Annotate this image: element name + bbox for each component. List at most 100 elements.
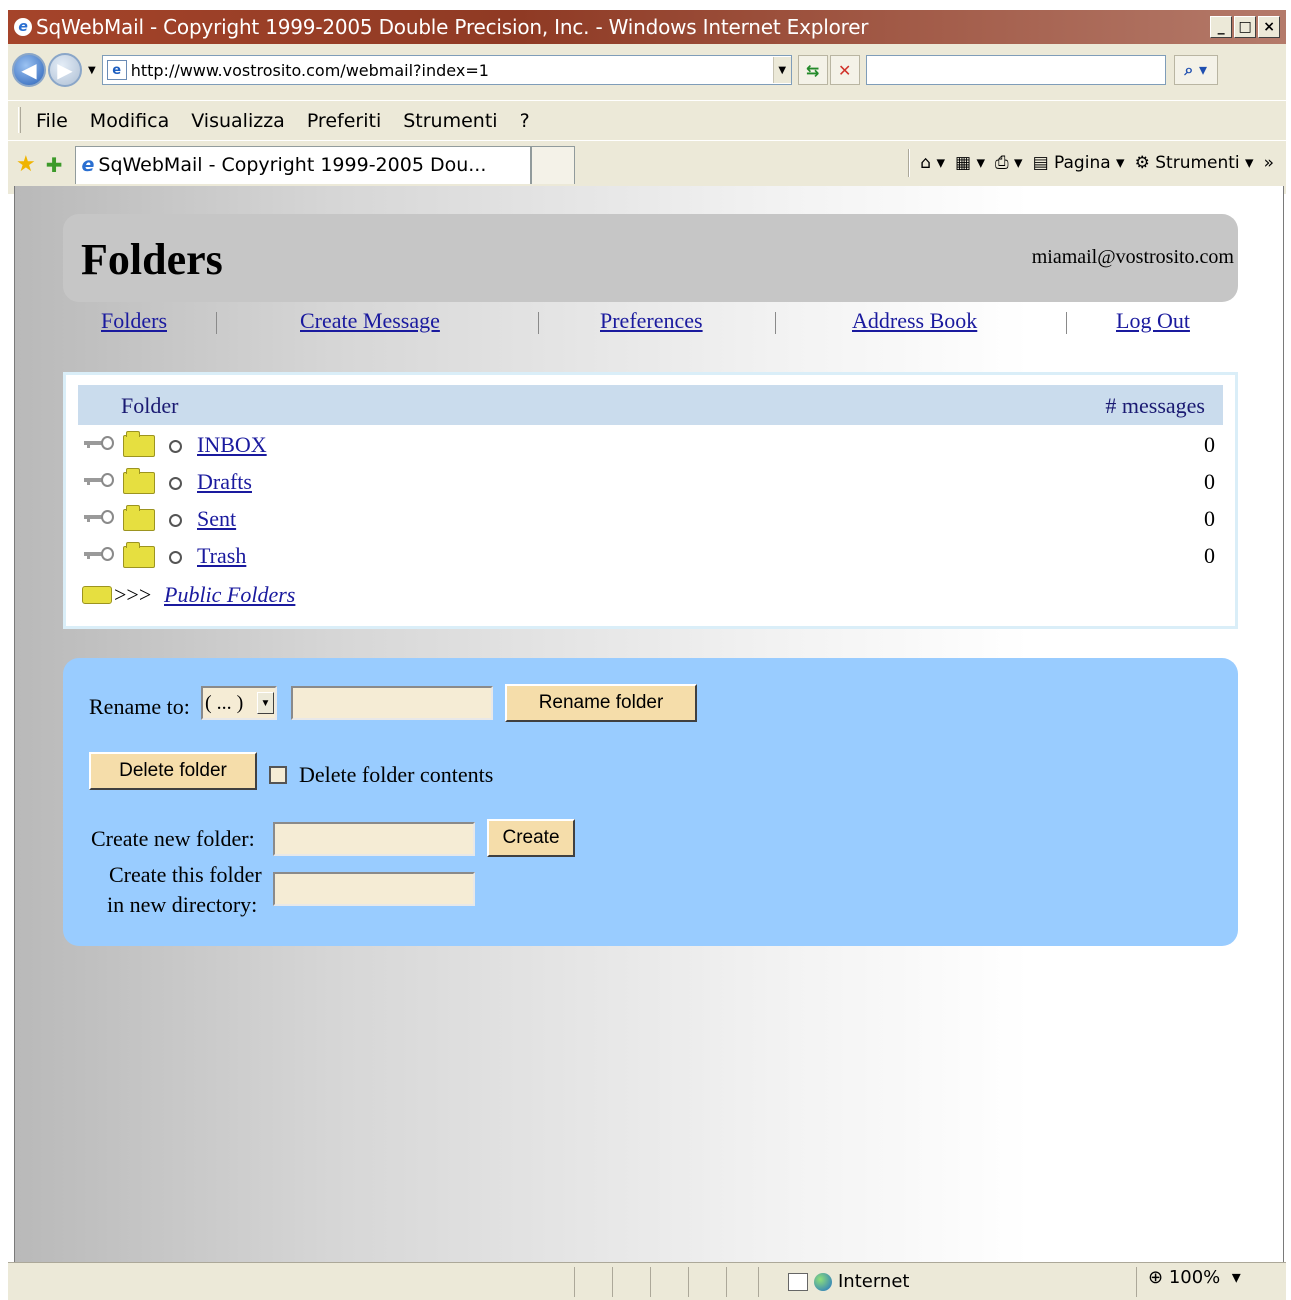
tools-menu-label: Strumenti — [1155, 153, 1240, 173]
tab-label: SqWebMail - Copyright 1999-2005 Dou... — [98, 154, 487, 176]
delete-folder-button[interactable]: Delete folder — [89, 752, 257, 790]
folder-icon — [123, 431, 155, 457]
page-menu[interactable]: ▤ Pagina ▾ — [1033, 153, 1125, 173]
nav-separator — [538, 312, 539, 334]
key-icon — [84, 547, 114, 561]
create-button[interactable]: Create — [487, 819, 575, 857]
status-bar: Internet ⊕ 100% ▾ — [8, 1262, 1286, 1300]
folder-radio[interactable] — [169, 514, 182, 527]
minimize-button[interactable]: _ — [1210, 16, 1232, 38]
window-titlebar: e SqWebMail - Copyright 1999-2005 Double… — [8, 10, 1286, 44]
zoom-control[interactable]: ⊕ 100% ▾ — [1148, 1267, 1241, 1288]
create-directory-input[interactable] — [273, 872, 475, 906]
globe-icon — [814, 1272, 832, 1291]
folder-icon — [123, 542, 155, 568]
menu-item-modifica[interactable]: Modifica — [90, 110, 169, 132]
rename-folder-button[interactable]: Rename folder — [505, 684, 697, 722]
zone-label: Internet — [838, 1271, 910, 1292]
menu-item-help[interactable]: ? — [520, 110, 530, 132]
folder-link-trash[interactable]: Trash — [197, 543, 246, 569]
security-zone[interactable]: Internet — [788, 1271, 909, 1292]
status-cell — [726, 1267, 727, 1297]
menu-item-file[interactable]: File — [36, 110, 68, 132]
page-menu-icon: ▤ — [1032, 153, 1049, 173]
rename-parent-select[interactable]: ( ... ) ▼ — [201, 686, 277, 720]
address-url[interactable]: http://www.vostrosito.com/webmail?index=… — [131, 61, 773, 80]
forward-button[interactable]: ▶ — [48, 53, 82, 87]
menu-item-preferiti[interactable]: Preferiti — [307, 110, 381, 132]
status-cell — [1136, 1267, 1137, 1297]
feeds-icon[interactable]: ▦ ▾ — [955, 153, 985, 173]
main-nav: Folders Create Message Preferences Addre… — [63, 304, 1238, 344]
folder-actions-panel: Rename to: ( ... ) ▼ Rename folder Delet… — [63, 658, 1238, 946]
nav-separator — [216, 312, 217, 334]
folder-message-count: 0 — [1204, 543, 1215, 568]
nav-link-log-out[interactable]: Log Out — [1116, 308, 1190, 334]
nav-link-folders[interactable]: Folders — [101, 308, 167, 334]
menu-item-visualizza[interactable]: Visualizza — [191, 110, 285, 132]
folder-radio[interactable] — [169, 477, 182, 490]
stop-icon[interactable]: ✕ — [829, 55, 860, 85]
create-dir-label-line1: Create this folder — [109, 862, 262, 887]
folder-table-header: Folder # messages — [78, 385, 1223, 425]
nav-link-create-message[interactable]: Create Message — [300, 308, 440, 334]
folder-icon — [123, 468, 155, 494]
nav-link-address-book[interactable]: Address Book — [852, 308, 977, 334]
user-email: miamail@vostrosito.com — [1031, 246, 1234, 268]
page-title: Folders — [81, 235, 223, 284]
folder-radio[interactable] — [169, 551, 182, 564]
add-favorite-icon[interactable]: ✚ — [46, 153, 63, 177]
favorites-star-icon[interactable]: ★ — [16, 152, 36, 177]
folder-icon — [123, 505, 155, 531]
folder-link-drafts[interactable]: Drafts — [197, 469, 252, 495]
column-header-folder: Folder — [121, 393, 179, 418]
tab-ie-icon: e — [81, 154, 95, 176]
new-tab-button[interactable] — [530, 145, 575, 184]
delete-contents-label: Delete folder contents — [299, 762, 494, 787]
page-viewport: Folders miamail@vostrosito.com Folders C… — [14, 186, 1284, 1262]
tab-active[interactable]: e SqWebMail - Copyright 1999-2005 Dou... — [74, 145, 531, 184]
public-folders-link[interactable]: Public Folders — [164, 582, 295, 608]
status-cell — [612, 1267, 613, 1297]
refresh-icon[interactable]: ⇆ — [797, 55, 828, 85]
search-input[interactable] — [865, 55, 1166, 85]
folder-radio[interactable] — [169, 440, 182, 453]
folder-row-trash: Trash 0 — [80, 541, 1223, 578]
folder-link-sent[interactable]: Sent — [197, 506, 236, 532]
delete-contents-checkbox[interactable] — [269, 766, 287, 784]
tools-menu[interactable]: ⚙ Strumenti ▾ — [1135, 153, 1254, 173]
chevron-more-icon[interactable]: » — [1264, 153, 1274, 173]
folder-message-count: 0 — [1204, 432, 1215, 457]
home-icon[interactable]: ⌂ ▾ — [920, 153, 945, 173]
window-controls: _ □ × — [1210, 16, 1280, 38]
zoom-level: 100% — [1168, 1267, 1221, 1288]
folder-message-count: 0 — [1204, 506, 1215, 531]
page-header: Folders miamail@vostrosito.com — [63, 214, 1238, 302]
menu-item-strumenti[interactable]: Strumenti — [403, 110, 497, 132]
history-dropdown-icon[interactable]: ▼ — [88, 65, 96, 76]
zoom-dropdown-icon: ▾ — [1226, 1267, 1241, 1288]
address-bar[interactable]: e http://www.vostrosito.com/webmail?inde… — [101, 55, 792, 85]
menu-bar: File Modifica Visualizza Preferiti Strum… — [8, 100, 1286, 140]
maximize-button[interactable]: □ — [1234, 16, 1256, 38]
zoom-icon: ⊕ — [1148, 1267, 1164, 1288]
folder-link-inbox[interactable]: INBOX — [197, 432, 267, 458]
create-folder-input[interactable] — [273, 822, 475, 856]
search-icon[interactable]: ⌕ ▾ — [1173, 55, 1218, 85]
back-button[interactable]: ◀ — [12, 53, 46, 87]
address-dropdown-icon[interactable]: ▼ — [772, 57, 791, 83]
window-title: SqWebMail - Copyright 1999-2005 Double P… — [36, 15, 869, 39]
open-folder-icon — [82, 586, 112, 604]
nav-link-preferences[interactable]: Preferences — [600, 308, 703, 334]
nav-separator — [1066, 312, 1067, 334]
rename-input[interactable] — [291, 686, 493, 720]
folder-row-drafts: Drafts 0 — [80, 467, 1223, 504]
address-toolbar: ◀ ▶ ▼ e http://www.vostrosito.com/webmai… — [8, 44, 1286, 96]
folder-row-sent: Sent 0 — [80, 504, 1223, 541]
close-button[interactable]: × — [1258, 16, 1280, 38]
page-icon: e — [106, 60, 127, 80]
print-icon[interactable]: ⎙ ▾ — [995, 153, 1023, 173]
rename-label: Rename to: — [89, 694, 190, 719]
status-cell — [688, 1267, 689, 1297]
public-folders-arrows: >>> — [114, 582, 152, 607]
